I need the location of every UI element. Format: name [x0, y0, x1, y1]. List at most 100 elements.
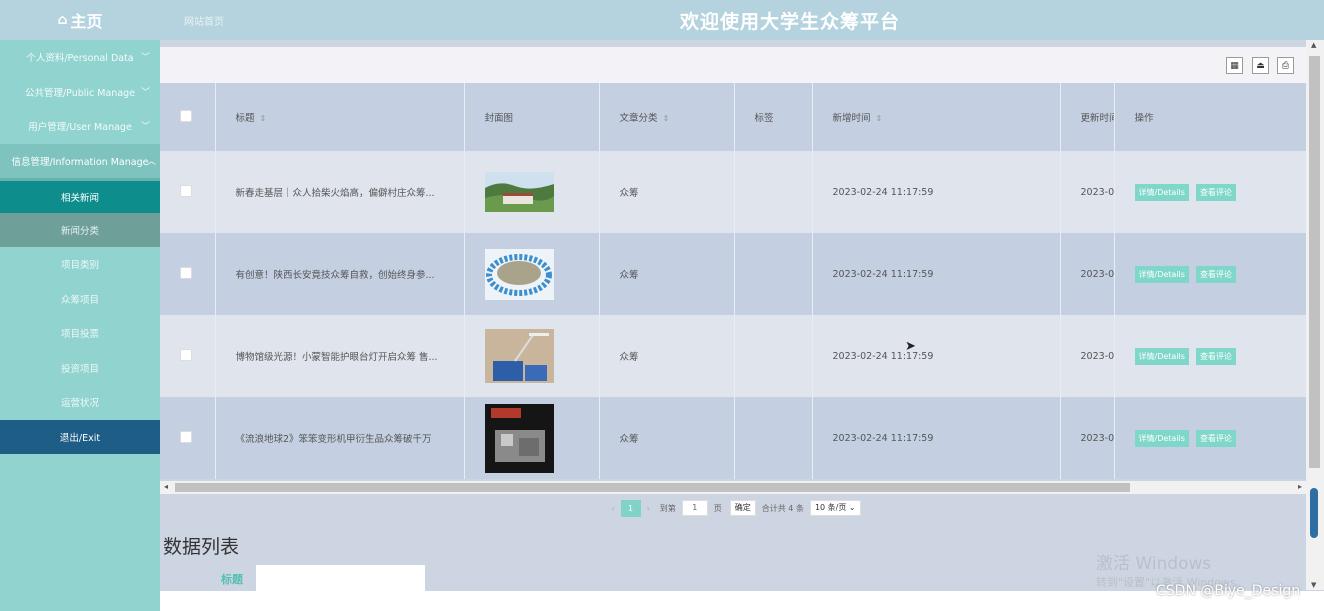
filter-title-input[interactable] [256, 565, 425, 591]
grid-icon[interactable]: ▦ [1226, 57, 1243, 74]
cell-created: 2023-02-24 11:17:59 [812, 315, 1061, 397]
home-icon: ⌂ [57, 12, 68, 28]
chevron-down-icon: ﹀ [140, 87, 150, 98]
row-select[interactable] [160, 397, 216, 479]
header-actions: 操作 [1114, 83, 1306, 151]
cell-tag [734, 233, 813, 315]
column-label: 更新时间 [1080, 113, 1114, 124]
section-title: 数据列表 [163, 536, 240, 558]
content-area [160, 591, 1324, 611]
cell-tag [734, 315, 813, 397]
total-count: 合计共 4 条 [761, 503, 804, 513]
chevron-down-icon: ﹀ [140, 122, 150, 132]
sidebar-item-news[interactable]: 相关新闻 [0, 178, 160, 213]
sidebar-item-project-type[interactable]: 项目类别 [0, 247, 160, 282]
menu-public-manage[interactable]: 公共管理/Public Manage ﹀ [0, 75, 160, 110]
row-select[interactable] [160, 233, 216, 315]
details-button[interactable]: 详情/Details [1134, 265, 1189, 283]
sidebar-item-operations[interactable]: 运营状况 [0, 385, 160, 420]
row-checkbox[interactable] [180, 430, 192, 443]
cell-title: 《流浪地球2》笨笨变形机甲衍生品众筹破千万 [215, 397, 465, 479]
details-button[interactable]: 详情/Details [1134, 347, 1189, 365]
column-label: 操作 [1134, 113, 1154, 124]
view-comments-button[interactable]: 查看评论 [1195, 347, 1236, 365]
prev-page-icon[interactable]: ‹ [611, 504, 614, 513]
goto-page-input[interactable]: 1 [681, 500, 708, 516]
header-title[interactable]: 标题 ⇕ [215, 83, 465, 151]
scrollbar-thumb[interactable] [1309, 56, 1320, 468]
menu-user-manage[interactable]: 用户管理/User Manage ﹀ [0, 109, 160, 144]
header-cover: 封面图 [464, 83, 600, 151]
sidebar: 个人资料/Personal Data ﹀ 公共管理/Public Manage … [0, 40, 160, 611]
cell-updated: 2023-02-24 11:17:59 [1060, 397, 1115, 479]
filter-title-label: 标题 [221, 573, 243, 586]
page-size-select[interactable]: 10 条/页 ⌄ [809, 500, 861, 516]
sidebar-item-crowdfunding[interactable]: 众筹项目 [0, 282, 160, 317]
sort-icon[interactable]: ⇕ [663, 114, 670, 123]
scrollbar-thumb[interactable] [175, 483, 1130, 492]
row-checkbox[interactable] [180, 348, 192, 361]
row-checkbox[interactable] [180, 266, 192, 279]
mouse-cursor-icon: ➤ [905, 339, 916, 354]
rural-village-photo [484, 172, 554, 212]
sidebar-item-investment[interactable]: 投资项目 [0, 351, 160, 386]
goto-confirm-button[interactable]: 确定 [729, 500, 756, 516]
sort-icon[interactable]: ⇕ [260, 114, 267, 123]
table-row: 《流浪地球2》笨笨变形机甲衍生品众筹破千万 众筹 2023-02-24 11:1… [160, 397, 1306, 479]
cell-actions: 详情/Details 查看评论 [1114, 233, 1306, 315]
cell-created: 2023-02-24 11:17:59 [812, 233, 1061, 315]
scroll-up-icon[interactable]: ▲ [1311, 41, 1316, 49]
column-label: 标题 [235, 113, 255, 124]
cell-updated: 2023-02-24 11:17:59 [1060, 233, 1115, 315]
header-category[interactable]: 文章分类 ⇕ [599, 83, 735, 151]
table-header-row: 标题 ⇕ 封面图 文章分类 ⇕ 标签 新增时间 ⇕ 更新时间 操作 [160, 83, 1306, 151]
row-checkbox[interactable] [180, 184, 192, 197]
view-comments-button[interactable]: 查看评论 [1195, 265, 1236, 283]
menu-information-manage[interactable]: 信息管理/Information Manage ︿ [0, 143, 160, 178]
cell-updated: 2023-02-24 11:17:59 [1060, 315, 1115, 397]
select-all-checkbox[interactable] [180, 109, 192, 122]
scroll-right-icon[interactable]: ▸ [1298, 482, 1302, 491]
home-link[interactable]: ⌂ 主页 [0, 0, 160, 40]
details-button[interactable]: 详情/Details [1134, 183, 1189, 201]
data-table: 标题 ⇕ 封面图 文章分类 ⇕ 标签 新增时间 ⇕ 更新时间 操作 新春走基层｜众人拾… [160, 83, 1306, 479]
table-row: 博物馆级光源！小蒙智能护眼台灯开启众筹 售... 众筹 2023-02-24 1… [160, 315, 1306, 397]
cell-created: 2023-02-24 11:17:59 [812, 397, 1061, 479]
page-title: 欢迎使用大学生众筹平台 [679, 11, 900, 33]
cell-category: 众筹 [599, 315, 735, 397]
main-content: ▦ ⏏ ⎙ 标题 ⇕ 封面图 文章分类 ⇕ 标签 新增时间 ⇕ 更新时间 操作 [160, 40, 1324, 611]
export-icon[interactable]: ⏏ [1252, 57, 1269, 74]
column-label: 封面图 [484, 113, 514, 124]
row-select[interactable] [160, 315, 216, 397]
top-header: ⌂ 主页 网站首页 欢迎使用大学生众筹平台 [0, 0, 1324, 40]
view-comments-button[interactable]: 查看评论 [1195, 183, 1236, 201]
menu-label: 用户管理/User Manage [28, 122, 132, 134]
page-size-value: 10 条/页 [814, 503, 847, 512]
scroll-left-icon[interactable]: ◂ [164, 482, 168, 491]
page-number-current[interactable]: 1 [620, 499, 641, 517]
scroll-down-icon[interactable]: ▼ [1311, 581, 1316, 589]
cell-tag [734, 151, 813, 233]
next-page-icon[interactable]: › [647, 504, 650, 513]
horizontal-scrollbar[interactable]: ◂ ▸ [160, 481, 1306, 494]
chevron-up-icon: ︿ [146, 156, 156, 167]
print-icon[interactable]: ⎙ [1277, 57, 1294, 74]
header-select-all[interactable] [160, 83, 216, 151]
header-created[interactable]: 新增时间 ⇕ [812, 83, 1061, 151]
chevron-down-icon: ⌄ [848, 503, 856, 512]
robot-toy-photo [484, 403, 554, 473]
page-scroll-indicator[interactable] [1310, 488, 1318, 538]
menu-label: 个人资料/Personal Data [26, 53, 134, 65]
menu-personal-data[interactable]: 个人资料/Personal Data ﹀ [0, 40, 160, 75]
details-button[interactable]: 详情/Details [1134, 429, 1189, 447]
sidebar-item-news-category[interactable]: 新闻分类 [0, 212, 160, 247]
sidebar-item-project-vote[interactable]: 项目投票 [0, 316, 160, 351]
row-select[interactable] [160, 151, 216, 233]
view-comments-button[interactable]: 查看评论 [1195, 429, 1236, 447]
desk-lamp-photo [484, 329, 554, 383]
sort-icon[interactable]: ⇕ [876, 114, 883, 123]
site-homepage-link[interactable]: 网站首页 [184, 13, 224, 28]
cell-cover [464, 233, 600, 315]
cell-cover [464, 315, 600, 397]
logout-button[interactable]: 退出/Exit [0, 419, 160, 454]
